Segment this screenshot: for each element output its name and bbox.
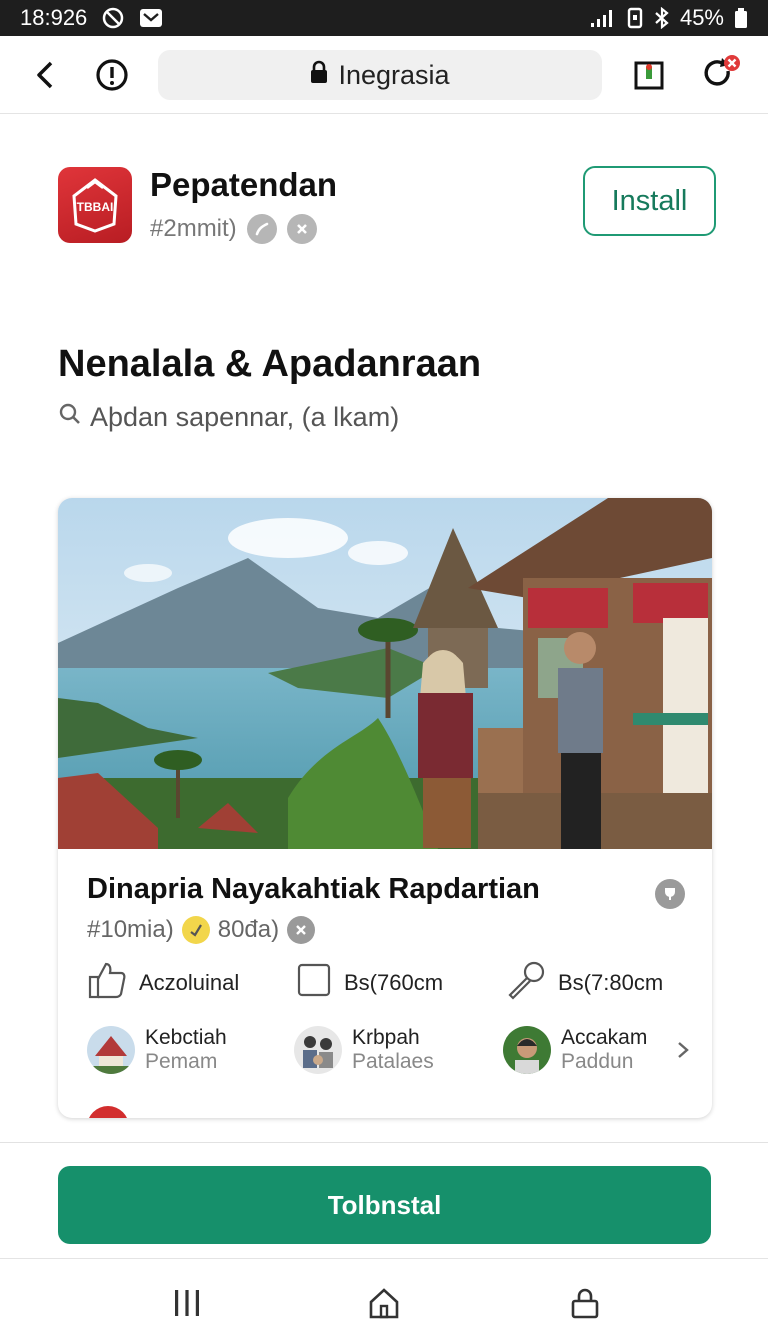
listing-title: Dinapria Nayakahtiak Rapdartian — [87, 873, 540, 905]
contact-item[interactable]: Accakam Paddun — [503, 1026, 647, 1074]
chevron-right-icon[interactable] — [669, 1036, 697, 1064]
contact-row: Kebctiah Pemam Krbpah Patalaes Accakam P… — [87, 1026, 697, 1082]
refresh-alert-icon[interactable] — [698, 53, 742, 97]
listing-meta-row: #10mia) 80đa) — [87, 916, 316, 944]
contact-item[interactable]: Kebctiah Pemam — [87, 1026, 227, 1074]
url-bar[interactable]: Inegrasia — [158, 50, 602, 100]
thumbs-up-icon — [87, 960, 127, 1006]
lock-screen-icon[interactable] — [563, 1283, 607, 1323]
url-text: Inegrasia — [338, 59, 450, 90]
home-icon[interactable] — [362, 1283, 406, 1323]
microphone-icon — [504, 960, 546, 1006]
info-circle-icon[interactable] — [90, 53, 134, 97]
avatar — [294, 1026, 342, 1074]
remove-icon[interactable] — [287, 916, 316, 944]
contact-item[interactable]: Krbpah Patalaes — [294, 1026, 434, 1074]
do-not-disturb-icon — [101, 6, 125, 30]
battery-icon — [734, 7, 748, 29]
spec-label: Bs(7:80cm — [558, 970, 664, 995]
spec-item: Bs(760cm — [296, 960, 443, 1006]
section-subtitle: Aþdan sapennar, (a lkam) — [90, 402, 400, 432]
signal-icon — [590, 8, 616, 28]
avatar — [87, 1026, 135, 1074]
app-logo: TBBAI — [58, 167, 132, 243]
checkbox-icon — [296, 962, 332, 1004]
contact-role: Paddun — [561, 1050, 634, 1073]
close-icon[interactable] — [286, 214, 317, 244]
system-nav-bar — [0, 1258, 768, 1344]
primary-install-button[interactable]: Tolbnstal — [58, 1166, 711, 1244]
trophy-icon[interactable] — [655, 879, 685, 909]
next-item-avatar — [87, 1106, 129, 1118]
spec-item: Aczoluinal — [87, 960, 239, 1006]
listing-card[interactable]: Dinapria Nayakahtiak Rapdartian #10mia) … — [58, 498, 712, 1118]
divider — [0, 1142, 768, 1143]
browser-toolbar: Inegrasia — [0, 36, 768, 114]
status-time: 18:926 — [20, 5, 88, 30]
contact-name: Krbpah — [352, 1026, 420, 1049]
bluetooth-icon — [654, 7, 670, 29]
back-chevron-icon[interactable] — [24, 53, 68, 97]
lock-icon — [310, 60, 328, 91]
status-bar: 18:926 45% — [0, 0, 768, 36]
spec-item: Bs(7:80cm — [504, 960, 663, 1006]
section-title: Nenalala & Apadanraan — [58, 343, 482, 385]
spec-label: Bs(760cm — [344, 970, 444, 995]
listing-meta-left: #10mia) — [87, 916, 174, 943]
contact-name: Kebctiah — [145, 1026, 227, 1049]
contact-role: Pemam — [145, 1050, 218, 1073]
link-icon[interactable] — [246, 214, 277, 244]
app-subtitle-row: #2mmit) — [150, 214, 317, 244]
app-subtitle: #2mmit) — [150, 215, 237, 242]
app-name: Pepatendan — [150, 166, 338, 203]
install-button[interactable]: Install — [583, 166, 716, 236]
contact-role: Patalaes — [352, 1050, 434, 1073]
recent-apps-icon[interactable] — [165, 1283, 209, 1323]
listing-photo[interactable] — [58, 498, 712, 849]
vibrate-icon — [626, 7, 644, 29]
verified-icon — [181, 916, 210, 944]
spec-label: Aczoluinal — [139, 970, 240, 995]
section-subtitle-row: Aþdan sapennar, (a lkam) — [58, 402, 399, 433]
contact-name: Accakam — [561, 1026, 648, 1049]
battery-percent: 45% — [679, 5, 724, 30]
listing-meta-right: 80đa) — [217, 916, 280, 943]
share-square-icon[interactable] — [627, 53, 671, 97]
spec-row: Aczoluinal Bs(760cm Bs(7:80cm — [87, 960, 697, 1006]
search-icon — [58, 402, 82, 433]
app-logo-text: TBBAI — [77, 200, 114, 214]
message-icon — [139, 8, 163, 28]
avatar — [503, 1026, 551, 1074]
